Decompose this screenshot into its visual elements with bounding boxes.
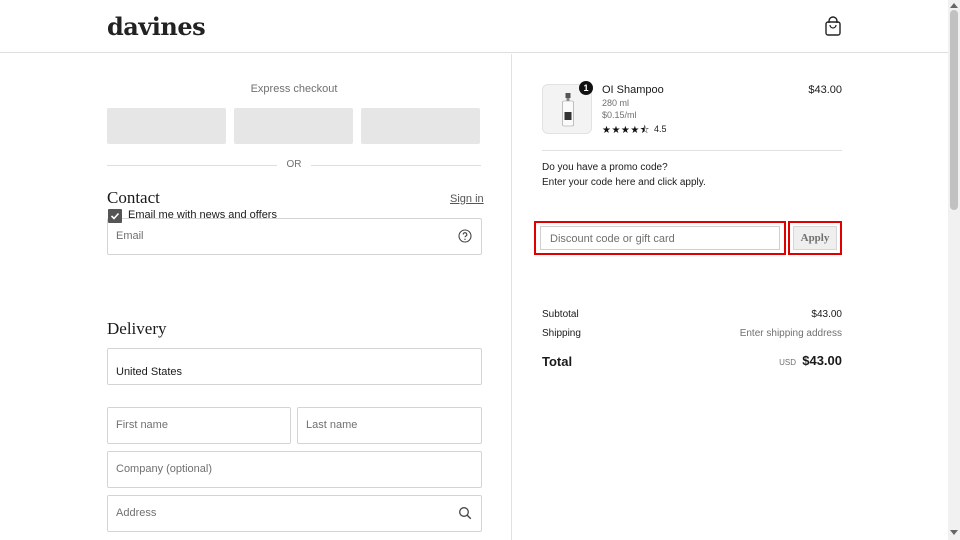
product-price: $43.00: [808, 84, 842, 96]
total-currency: USD: [779, 358, 796, 367]
promo-question: Do you have a promo code?: [542, 162, 668, 173]
shopping-bag-icon[interactable]: [824, 16, 842, 36]
first-name-placeholder: First name: [116, 419, 168, 431]
rating-stars: ★★★★⯪: [602, 125, 650, 136]
rating-value: 4.5: [654, 124, 667, 134]
discount-placeholder: Discount code or gift card: [550, 233, 675, 245]
email-field[interactable]: Email: [107, 218, 482, 255]
apply-button[interactable]: Apply: [788, 221, 842, 255]
country-select[interactable]: United States: [107, 348, 482, 385]
newsletter-checkbox[interactable]: [108, 209, 122, 223]
search-icon: [459, 507, 472, 520]
product-unit-price: $0.15/ml: [602, 110, 637, 120]
question-circle-icon[interactable]: [458, 229, 472, 243]
express-pay-button-1[interactable]: [107, 108, 226, 144]
address-placeholder: Address: [116, 507, 157, 519]
total-label: Total: [542, 354, 573, 369]
page-scrollbar[interactable]: [948, 0, 960, 540]
summary-divider: [542, 150, 842, 151]
site-header: davines: [0, 0, 948, 53]
promo-instructions: Enter your code here and click apply.: [542, 177, 706, 188]
newsletter-label: Email me with news and offers: [128, 209, 277, 221]
quantity-badge: 1: [579, 81, 593, 95]
company-placeholder: Company (optional): [116, 463, 212, 475]
discount-code-input[interactable]: Discount code or gift card: [534, 221, 786, 255]
scroll-down-arrow-icon[interactable]: [950, 530, 958, 536]
subtotal-label: Subtotal: [542, 309, 579, 320]
address-field[interactable]: Address: [107, 495, 482, 532]
contact-heading: Contact: [107, 188, 160, 207]
sign-in-link[interactable]: Sign in: [450, 193, 484, 205]
subtotal-value: $43.00: [811, 309, 842, 320]
or-divider-text: OR: [286, 159, 302, 170]
checkout-form-column: Express checkout OR Contact Sign in Emai…: [0, 54, 512, 540]
delivery-heading: Delivery: [107, 319, 167, 338]
shipping-label: Shipping: [542, 328, 581, 339]
express-pay-button-2[interactable]: [234, 108, 353, 144]
first-name-field[interactable]: First name: [107, 407, 291, 444]
shipping-value: Enter shipping address: [739, 328, 842, 339]
last-name-placeholder: Last name: [306, 419, 358, 431]
total-value: $43.00: [802, 353, 842, 368]
divider-right: [311, 165, 481, 166]
company-field[interactable]: Company (optional): [107, 451, 482, 488]
last-name-field[interactable]: Last name: [297, 407, 482, 444]
product-name: OI Shampoo: [602, 84, 664, 96]
shampoo-bottle-image: [562, 93, 574, 127]
checkmark-icon: [110, 212, 120, 220]
product-size: 280 ml: [602, 98, 630, 108]
express-pay-button-3[interactable]: [361, 108, 480, 144]
divider-left: [107, 165, 277, 166]
email-placeholder: Email: [116, 230, 144, 242]
davines-logo[interactable]: davines: [107, 12, 206, 41]
scrollbar-thumb[interactable]: [950, 10, 958, 210]
scroll-up-arrow-icon[interactable]: [950, 2, 958, 8]
country-value: United States: [116, 366, 183, 378]
apply-label: Apply: [800, 232, 830, 244]
express-checkout-label: Express checkout: [250, 83, 338, 95]
